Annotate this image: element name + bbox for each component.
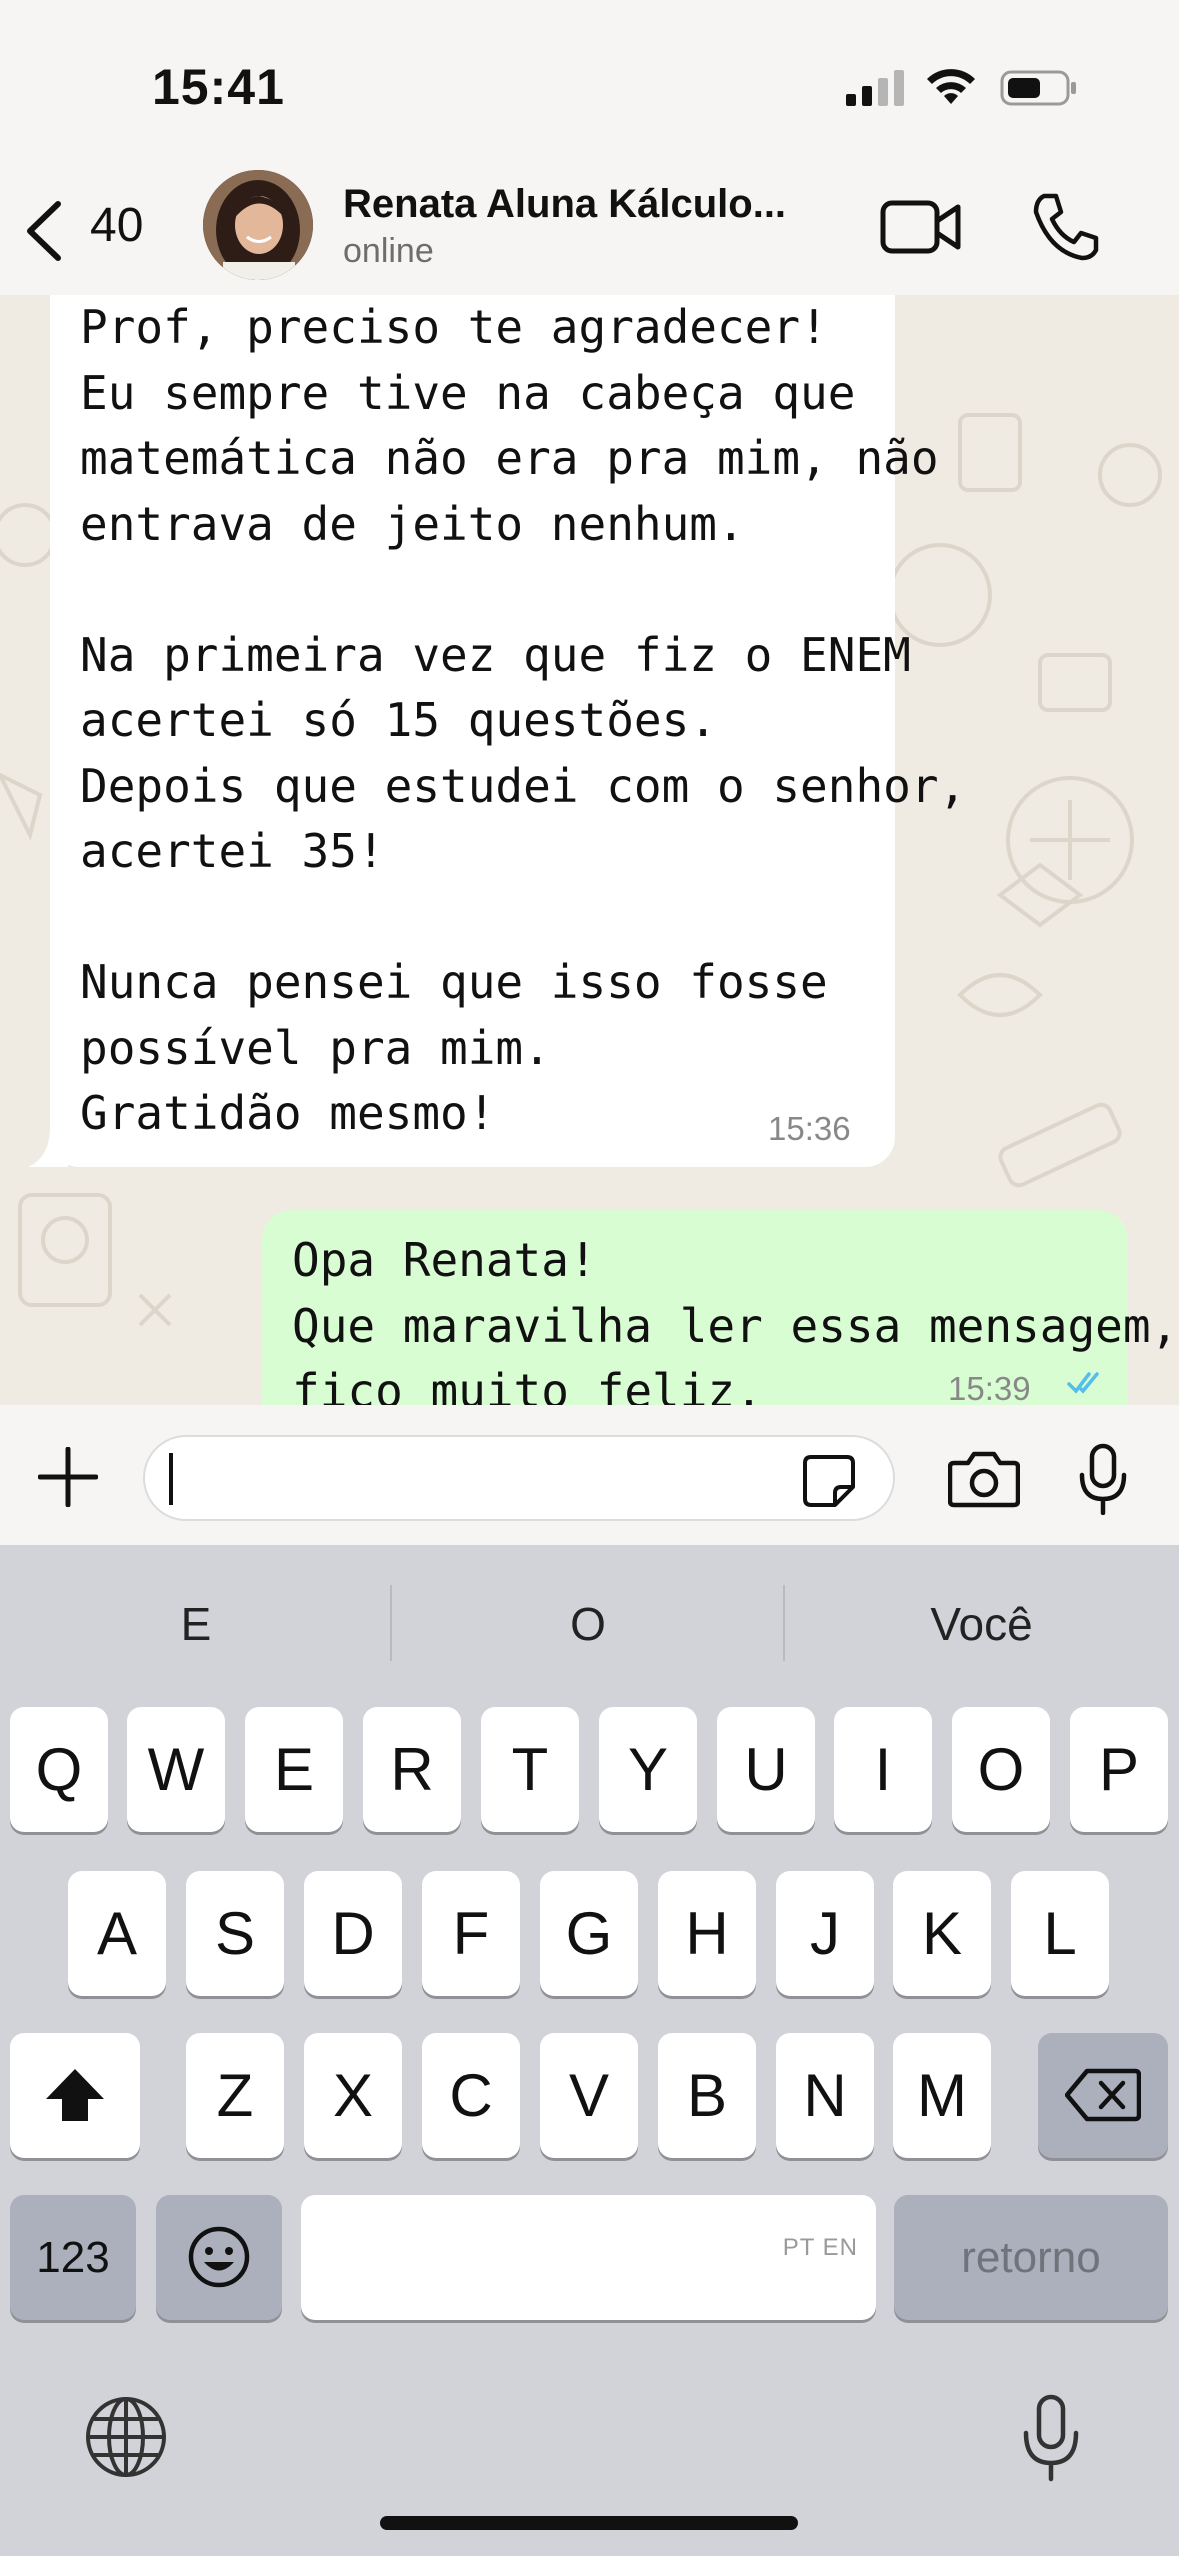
voice-message-mic-icon[interactable] [1078, 1443, 1128, 1515]
message-input[interactable] [143, 1435, 895, 1521]
key-p[interactable]: P [1070, 1707, 1168, 1832]
key-a[interactable]: A [68, 1871, 166, 1996]
key-x[interactable]: X [304, 2033, 402, 2158]
delete-key[interactable] [1038, 2033, 1168, 2158]
camera-icon[interactable] [948, 1449, 1020, 1509]
outgoing-message[interactable]: Opa Renata! Que maravilha ler essa mensa… [262, 1210, 1178, 1405]
outgoing-message-text: Opa Renata! Que maravilha ler essa mensa… [292, 1233, 1179, 1405]
chat-area[interactable]: Prof, preciso te agradecer! Eu sempre ti… [0, 295, 1179, 1405]
key-d[interactable]: D [304, 1871, 402, 1996]
incoming-message-time: 15:36 [768, 1110, 851, 1147]
chat-header: 40 Renata Aluna Kálculo... online [0, 160, 1179, 295]
shift-key[interactable] [10, 2033, 140, 2158]
key-u[interactable]: U [717, 1707, 815, 1832]
key-b[interactable]: B [658, 2033, 756, 2158]
key-j[interactable]: J [776, 1871, 874, 1996]
cellular-signal-icon [846, 70, 904, 106]
suggestion-1[interactable]: E [0, 1579, 392, 1669]
outgoing-message-time: 15:39 [948, 1370, 1031, 1405]
emoji-icon [188, 2226, 250, 2288]
suggestion-3[interactable]: Você [784, 1579, 1179, 1669]
bubble-tail [28, 1127, 68, 1167]
contact-name[interactable]: Renata Aluna Kálculo... [343, 182, 786, 227]
video-call-icon[interactable] [880, 195, 962, 259]
back-chevron-icon[interactable] [22, 198, 66, 264]
wifi-icon [927, 69, 975, 104]
key-f[interactable]: F [422, 1871, 520, 1996]
space-bar[interactable]: PT EN [301, 2195, 876, 2320]
attach-plus-icon[interactable] [38, 1447, 98, 1507]
key-o[interactable]: O [952, 1707, 1050, 1832]
home-indicator[interactable] [380, 2516, 798, 2530]
battery-icon [1000, 70, 1076, 106]
phone-call-icon[interactable] [1030, 192, 1100, 262]
return-key[interactable]: retorno [894, 2195, 1168, 2320]
message-input-bar [0, 1405, 1179, 1545]
key-s[interactable]: S [186, 1871, 284, 1996]
globe-icon[interactable] [84, 2395, 168, 2479]
incoming-message-text: Prof, preciso te agradecer! Eu sempre ti… [80, 300, 967, 1140]
key-w[interactable]: W [127, 1707, 225, 1832]
contact-avatar[interactable] [203, 170, 313, 280]
emoji-key[interactable] [156, 2195, 282, 2320]
key-y[interactable]: Y [599, 1707, 697, 1832]
incoming-message[interactable]: Prof, preciso te agradecer! Eu sempre ti… [28, 295, 966, 1167]
key-m[interactable]: M [893, 2033, 991, 2158]
key-i[interactable]: I [834, 1707, 932, 1832]
language-hint: PT EN [782, 2234, 858, 2261]
dictation-mic-icon[interactable] [1016, 2393, 1086, 2483]
key-n[interactable]: N [776, 2033, 874, 2158]
read-receipt-icon [1067, 1372, 1099, 1394]
backspace-icon [1064, 2068, 1142, 2122]
shift-arrow-icon [46, 2069, 104, 2121]
key-k[interactable]: K [893, 1871, 991, 1996]
numbers-key[interactable]: 123 [10, 2195, 136, 2320]
sticker-icon[interactable] [801, 1453, 857, 1509]
key-v[interactable]: V [540, 2033, 638, 2158]
key-z[interactable]: Z [186, 2033, 284, 2158]
unread-count[interactable]: 40 [90, 198, 143, 253]
key-h[interactable]: H [658, 1871, 756, 1996]
text-cursor [169, 1453, 173, 1505]
contact-status: online [343, 232, 434, 270]
status-bar: 15:41 [0, 0, 1179, 160]
key-l[interactable]: L [1011, 1871, 1109, 1996]
ios-keyboard: E O Você Q W E R T Y U I O P A S D F G H… [0, 1545, 1179, 2556]
key-g[interactable]: G [540, 1871, 638, 1996]
key-r[interactable]: R [363, 1707, 461, 1832]
suggestion-2[interactable]: O [392, 1579, 784, 1669]
key-c[interactable]: C [422, 2033, 520, 2158]
key-e[interactable]: E [245, 1707, 343, 1832]
key-t[interactable]: T [481, 1707, 579, 1832]
key-q[interactable]: Q [10, 1707, 108, 1832]
status-time: 15:41 [152, 59, 285, 115]
